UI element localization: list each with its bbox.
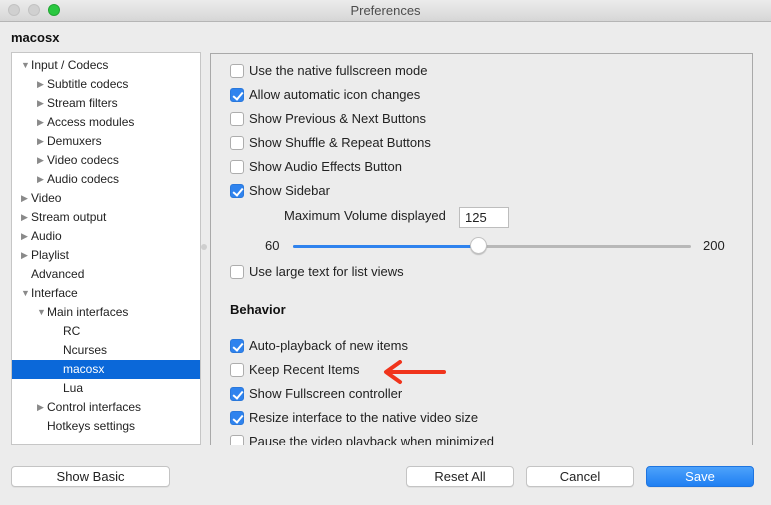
tree-item-label: Video <box>31 191 62 205</box>
checkbox[interactable] <box>230 184 244 198</box>
checkbox-label: Auto-playback of new items <box>249 338 408 353</box>
slider-min-label: 60 <box>265 238 280 253</box>
checkbox-label: Use the native fullscreen mode <box>249 63 428 78</box>
disclosure-collapsed-icon[interactable]: ▶ <box>37 94 47 113</box>
tree-item-label: Access modules <box>47 115 135 129</box>
disclosure-collapsed-icon[interactable]: ▶ <box>37 398 47 417</box>
tree-item-label: Audio codecs <box>47 172 120 186</box>
red-arrow-annotation <box>384 360 446 384</box>
section-title: macosx <box>11 30 60 45</box>
tree-item-label: Interface <box>31 286 78 300</box>
tree-item[interactable]: ▶ Control interfaces <box>12 398 200 417</box>
slider-thumb[interactable] <box>469 237 487 254</box>
large-text-label: Use large text for list views <box>249 264 404 279</box>
checkbox-label: Show Fullscreen controller <box>249 386 403 401</box>
tree-item-label: Playlist <box>31 248 70 262</box>
checkbox[interactable] <box>230 339 244 353</box>
disclosure-collapsed-icon[interactable]: ▶ <box>21 246 31 265</box>
tree-item-label: Stream filters <box>47 96 118 110</box>
settings-panel: Use the native fullscreen mode Allow auto… <box>210 53 753 445</box>
checkbox-label: Show Shuffle & Repeat Buttons <box>249 135 431 150</box>
max-volume-label: Maximum Volume displayed <box>284 208 446 223</box>
disclosure-collapsed-icon[interactable]: ▶ <box>37 75 47 94</box>
disclosure-collapsed-icon[interactable]: ▶ <box>21 189 31 208</box>
slider-max-label: 200 <box>703 238 725 253</box>
tree-item[interactable]: ▼ Interface <box>12 284 200 303</box>
checkbox[interactable] <box>230 435 244 445</box>
cancel-button[interactable]: Cancel <box>526 466 634 487</box>
tree-item-label: Lua <box>63 381 84 395</box>
tree-item[interactable]: Ncurses <box>12 341 200 360</box>
disclosure-expanded-icon[interactable]: ▼ <box>37 303 47 322</box>
tree-item[interactable]: ▶ Audio <box>12 227 200 246</box>
checkbox-label: Allow automatic icon changes <box>249 87 421 102</box>
large-text-checkbox[interactable] <box>230 265 244 279</box>
save-button[interactable]: Save <box>646 466 754 487</box>
checkbox-label: Resize interface to the native video siz… <box>249 410 479 425</box>
volume-slider[interactable] <box>293 237 691 255</box>
disclosure-collapsed-icon[interactable]: ▶ <box>37 170 47 189</box>
tree-item-label: Main interfaces <box>47 305 129 319</box>
checkbox-label: Show Previous & Next Buttons <box>249 111 427 126</box>
tree-item-label: Advanced <box>31 267 85 281</box>
tree-item[interactable]: ▶ Video codecs <box>12 151 200 170</box>
tree-item[interactable]: ▼ Main interfaces <box>12 303 200 322</box>
tree-item[interactable]: ▶ Playlist <box>12 246 200 265</box>
tree-item-label: Ncurses <box>63 343 108 357</box>
disclosure-collapsed-icon[interactable]: ▶ <box>37 151 47 170</box>
tree-item-label: Control interfaces <box>47 400 142 414</box>
category-tree[interactable]: ▼ Input / Codecs ▶ Subtitle codecs ▶ Stream f… <box>11 52 201 445</box>
disclosure-collapsed-icon[interactable]: ▶ <box>37 113 47 132</box>
tree-item-label: Video codecs <box>47 153 119 167</box>
checkbox[interactable] <box>230 387 244 401</box>
disclosure-expanded-icon[interactable]: ▼ <box>21 56 31 75</box>
split-view-handle[interactable] <box>201 244 207 250</box>
tree-item-label: macosx <box>63 362 105 376</box>
show-basic-button[interactable]: Show Basic <box>11 466 170 487</box>
checkbox[interactable] <box>230 88 244 102</box>
tree-item[interactable]: ▶ Demuxers <box>12 132 200 151</box>
tree-item[interactable]: ▼ Input / Codecs <box>12 56 200 75</box>
tree-item[interactable]: Lua <box>12 379 200 398</box>
tree-item-label: Hotkeys settings <box>47 419 136 433</box>
checkbox[interactable] <box>230 136 244 150</box>
disclosure-collapsed-icon[interactable]: ▶ <box>37 132 47 151</box>
tree-item[interactable]: macosx <box>12 360 200 379</box>
tree-item[interactable]: Advanced <box>12 265 200 284</box>
checkbox-label: Show Audio Effects Button <box>249 159 402 174</box>
behavior-heading: Behavior <box>230 302 286 317</box>
tree-item[interactable]: ▶ Stream output <box>12 208 200 227</box>
tree-item-label: Input / Codecs <box>31 58 109 72</box>
max-volume-input[interactable] <box>459 207 509 228</box>
tree-item-label: Subtitle codecs <box>47 77 129 91</box>
checkbox-label: Pause the video playback when minimized <box>249 434 494 445</box>
tree-item[interactable]: ▶ Audio codecs <box>12 170 200 189</box>
title-bar: Preferences <box>0 0 771 22</box>
disclosure-expanded-icon[interactable]: ▼ <box>21 284 31 303</box>
tree-item-label: Stream output <box>31 210 107 224</box>
checkbox[interactable] <box>230 363 244 377</box>
tree-item-label: Demuxers <box>47 134 102 148</box>
tree-item-label: Audio <box>31 229 62 243</box>
window-title: Preferences <box>350 3 421 18</box>
disclosure-collapsed-icon[interactable]: ▶ <box>21 227 31 246</box>
tree-item[interactable]: ▶ Subtitle codecs <box>12 75 200 94</box>
tree-item[interactable]: ▶ Stream filters <box>12 94 200 113</box>
checkbox-label: Keep Recent Items <box>249 362 360 377</box>
reset-all-button[interactable]: Reset All <box>406 466 514 487</box>
tree-item[interactable]: Hotkeys settings <box>12 417 200 436</box>
checkbox[interactable] <box>230 112 244 126</box>
tree-item[interactable]: ▶ Video <box>12 189 200 208</box>
tree-item[interactable]: RC <box>12 322 200 341</box>
tree-item[interactable]: ▶ Access modules <box>12 113 200 132</box>
slider-fill <box>293 245 478 248</box>
checkbox[interactable] <box>230 64 244 78</box>
tree-item-label: RC <box>63 324 81 338</box>
disclosure-collapsed-icon[interactable]: ▶ <box>21 208 31 227</box>
checkbox[interactable] <box>230 411 244 425</box>
checkbox[interactable] <box>230 160 244 174</box>
checkbox-label: Show Sidebar <box>249 183 330 198</box>
